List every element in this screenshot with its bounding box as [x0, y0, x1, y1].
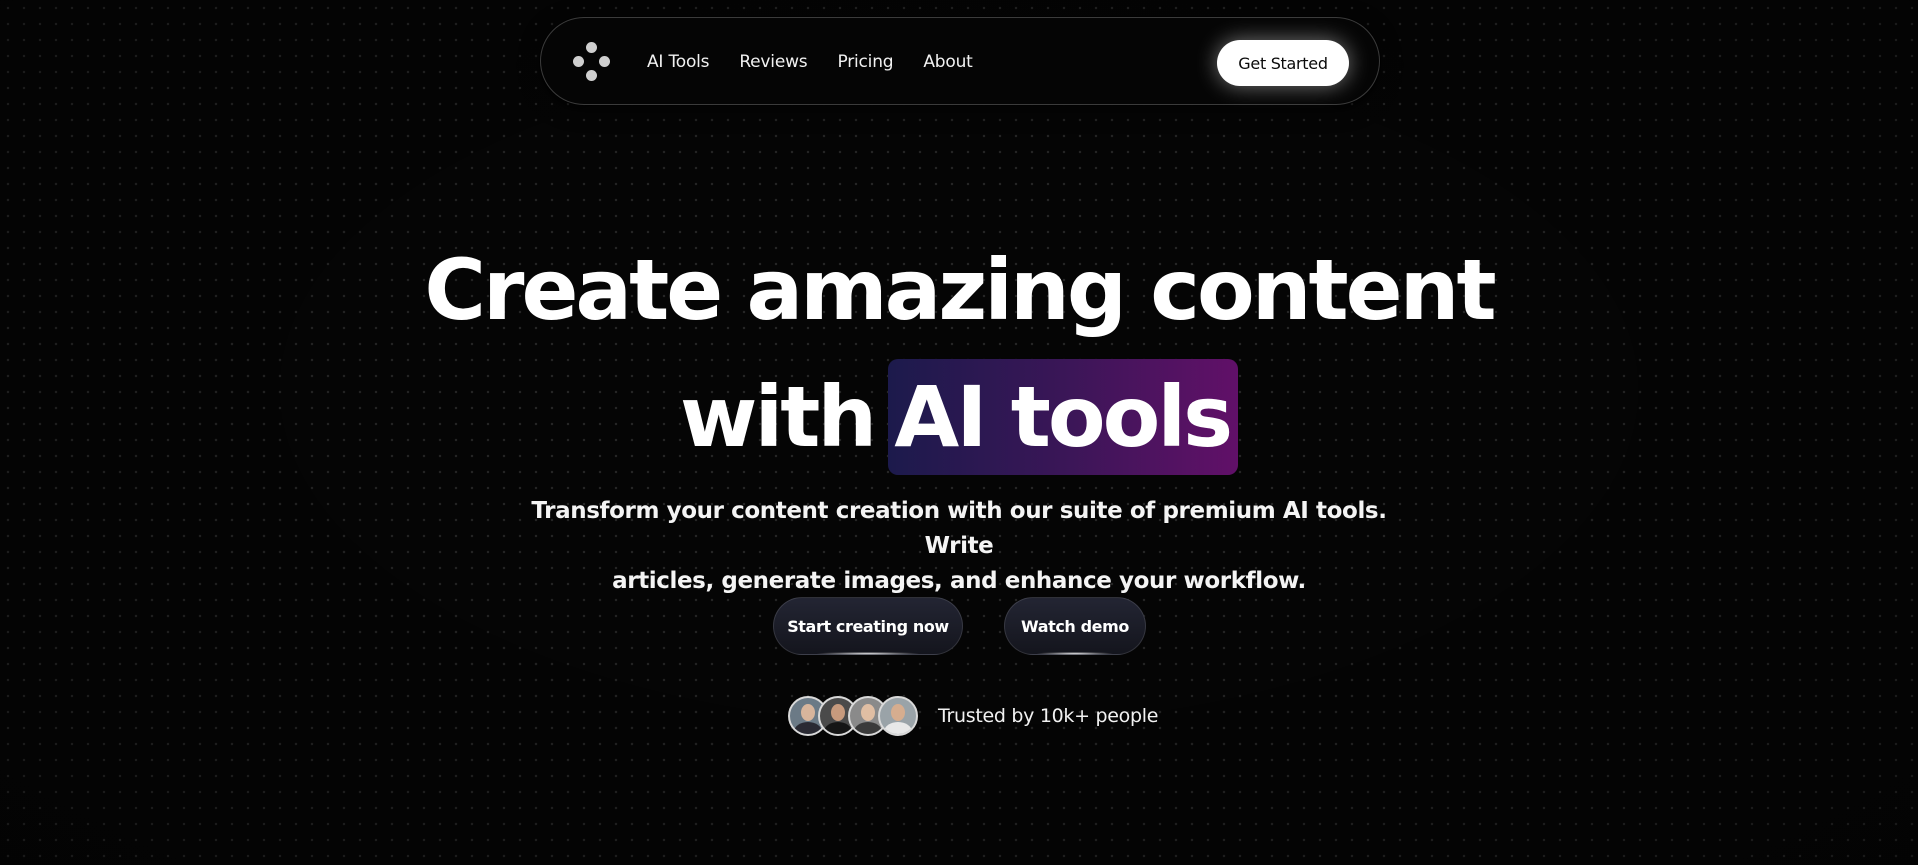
hero-subtitle: Transform your content creation with our…: [520, 494, 1398, 599]
nav-link-pricing[interactable]: Pricing: [837, 52, 893, 72]
hero-title-line2: with AI tools: [0, 358, 1918, 476]
start-creating-button[interactable]: Start creating now: [773, 597, 963, 655]
avatar-group: [788, 696, 918, 736]
hero-subtitle-line2: articles, generate images, and enhance y…: [612, 568, 1306, 594]
avatar: [878, 696, 918, 736]
get-started-button[interactable]: Get Started: [1217, 40, 1349, 86]
trust-indicator: Trusted by 10k+ people: [788, 695, 1158, 737]
nav-link-reviews[interactable]: Reviews: [739, 52, 807, 72]
watch-demo-button[interactable]: Watch demo: [1004, 597, 1146, 655]
nav-links: AI Tools Reviews Pricing About: [647, 18, 973, 106]
hero-subtitle-line1: Transform your content creation with our…: [531, 498, 1387, 559]
top-navbar: AI Tools Reviews Pricing About Get Start…: [540, 17, 1380, 105]
landing-page: AI Tools Reviews Pricing About Get Start…: [0, 0, 1918, 865]
hero-title-highlight: AI tools: [888, 359, 1239, 475]
hero-title-prefix: with: [679, 368, 877, 466]
nav-link-about[interactable]: About: [923, 52, 972, 72]
trust-text: Trusted by 10k+ people: [938, 705, 1159, 727]
logo-icon[interactable]: [571, 42, 613, 84]
nav-link-ai-tools[interactable]: AI Tools: [647, 52, 710, 72]
hero-title-line1: Create amazing content: [424, 241, 1496, 339]
